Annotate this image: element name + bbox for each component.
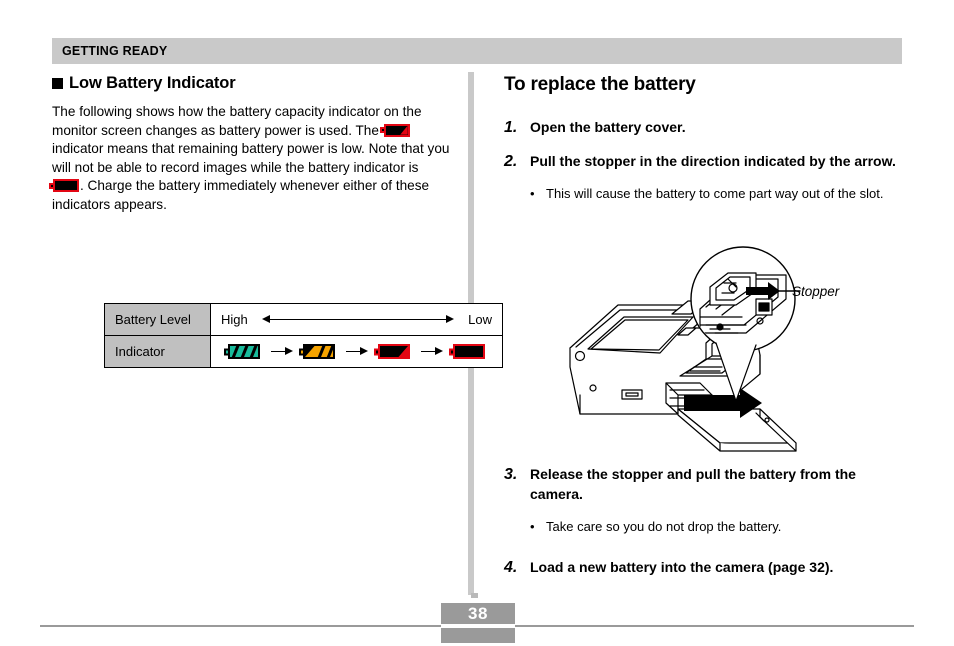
arrow-right-icon: [420, 347, 443, 356]
battery-full-icon: [224, 344, 260, 359]
paragraph-text-2: indicator means that remaining battery p…: [52, 141, 450, 175]
arrow-head: [359, 347, 368, 355]
bullet-dot-icon: •: [530, 186, 535, 201]
table-row-indicator: Indicator: [104, 335, 503, 368]
section-heading: Low Battery Indicator: [52, 74, 452, 93]
arrow-head-right: [446, 315, 455, 323]
scale-low-label: Low: [468, 312, 492, 327]
step-number: 4.: [504, 559, 518, 576]
battery-shell: [53, 179, 79, 193]
battery-empty-icon: [449, 344, 485, 359]
battery-medium-icon: [299, 344, 335, 359]
procedure-title: To replace the battery: [504, 74, 696, 95]
battery-stripes: [305, 346, 333, 357]
paragraph-text-3: . Charge the battery immediately wheneve…: [52, 178, 430, 212]
paragraph-text-1: The following shows how the battery capa…: [52, 104, 422, 138]
bullet-text: Take care so you do not drop the battery…: [546, 519, 782, 534]
double-arrow-icon: [261, 315, 455, 324]
table-row-battery-level: Battery Level High Low: [104, 303, 503, 336]
step-2-bullet: • This will cause the battery to come pa…: [530, 185, 904, 203]
arrow-head: [434, 347, 443, 355]
battery-low-icon: [374, 344, 410, 359]
step-text: Release the stopper and pull the battery…: [530, 466, 856, 502]
step-number: 3.: [504, 466, 518, 483]
battery-shell: [383, 123, 410, 137]
body-paragraph: The following shows how the battery capa…: [49, 103, 450, 215]
table-cell-scale: High Low: [210, 303, 503, 336]
footer-tick: [471, 593, 478, 598]
step-1: 1. Open the battery cover.: [504, 118, 904, 138]
step-2: 2. Pull the stopper in the direction ind…: [504, 152, 904, 172]
arrow-right-icon: [345, 347, 368, 356]
scale-high-label: High: [221, 312, 248, 327]
arrow-line: [345, 351, 361, 352]
figure-svg: [569, 246, 801, 452]
table-label-battery-level: Battery Level: [104, 303, 211, 336]
battery-shell: [303, 344, 335, 359]
right-column: To replace the battery 1. Open the batte…: [504, 74, 904, 203]
running-header-title: GETTING READY: [62, 44, 168, 58]
manual-page: GETTING READY Low Battery Indicator The …: [0, 0, 954, 646]
step-number: 2.: [504, 152, 518, 170]
running-header-bar: GETTING READY: [52, 38, 902, 64]
arrow-head: [284, 347, 293, 355]
page-number: 38: [468, 604, 488, 623]
step-3: 3. Release the stopper and pull the batt…: [504, 465, 904, 504]
arrow-right-icon: [270, 347, 293, 356]
battery-shell: [378, 344, 410, 359]
section-heading-label: Low Battery Indicator: [69, 74, 236, 92]
step-text: Pull the stopper in the direction indica…: [530, 152, 896, 169]
battery-wedge: [400, 125, 408, 135]
step-text: Open the battery cover.: [530, 119, 686, 135]
bullet-text: This will cause the battery to come part…: [546, 186, 884, 201]
arrow-line: [267, 319, 449, 320]
square-bullet-icon: [52, 78, 63, 89]
battery-low-icon: [379, 123, 410, 137]
battery-shell: [453, 344, 485, 359]
table-cell-indicators: [210, 335, 503, 368]
step-3-bullet: • Take care so you do not drop the batte…: [530, 518, 904, 536]
camera-battery-removal-illustration: [560, 243, 890, 458]
step-4: 4. Load a new battery into the camera (p…: [504, 558, 904, 578]
table-label-indicator: Indicator: [104, 335, 211, 368]
arrow-line: [420, 351, 436, 352]
battery-stripes: [230, 346, 258, 357]
figure-callout-label: Stopper: [792, 284, 840, 299]
step-number: 1.: [504, 119, 518, 136]
right-column-lower: 3. Release the stopper and pull the batt…: [504, 465, 904, 592]
bullet-dot-icon: •: [530, 519, 535, 534]
left-column: Low Battery Indicator The following show…: [49, 74, 503, 368]
battery-wedge: [398, 346, 408, 357]
step-text: Load a new battery into the camera (page…: [530, 559, 834, 575]
battery-shell: [228, 344, 260, 359]
arrow-line: [270, 351, 286, 352]
battery-empty-icon: [49, 179, 79, 193]
battery-level-table: Battery Level High Low Indicator: [104, 303, 503, 368]
